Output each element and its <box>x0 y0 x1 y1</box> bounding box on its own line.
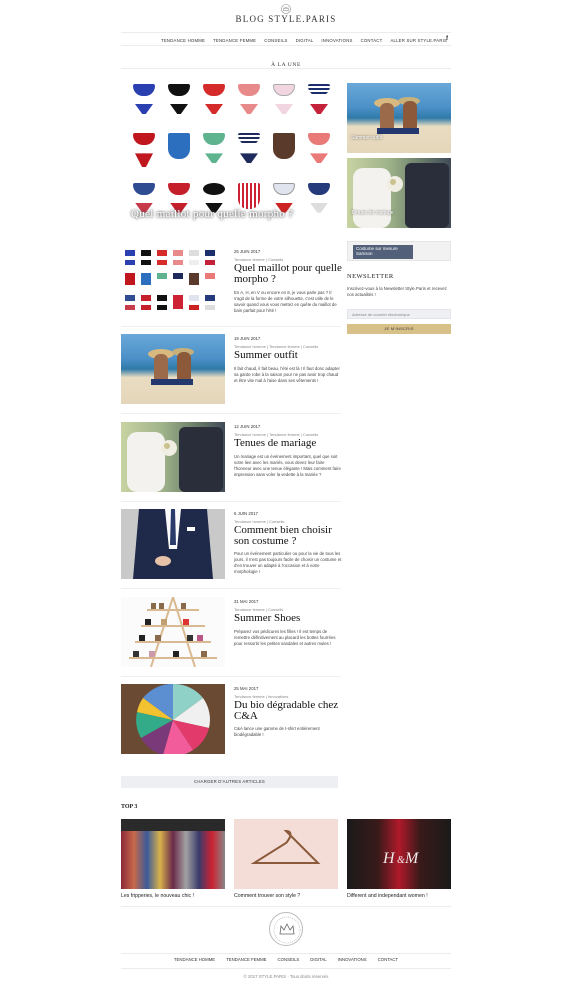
article-title[interactable]: Du bio dégradable chez C&A <box>234 700 342 722</box>
article-card[interactable]: 25 MAI 2017 Tendance femme | Innovations… <box>121 684 341 764</box>
top3-card[interactable]: Les fripperies, le nouveau chic ! <box>121 819 225 899</box>
top3-caption[interactable]: Comment trouver son style ? <box>234 893 338 899</box>
newsletter-email-input[interactable]: Adresse de courrier électronique <box>347 309 451 319</box>
divider <box>121 953 451 954</box>
article-excerpt: Un mariage est un événement important, q… <box>234 454 341 478</box>
article-title[interactable]: Summer outfit <box>234 350 342 361</box>
footer-nav-tendance-homme[interactable]: TENDANCE HOMME <box>174 957 215 962</box>
footer-nav: TENDANCE HOMME TENDANCE FEMME CONSEILS D… <box>0 957 572 962</box>
top3-image-hanger[interactable] <box>234 819 338 889</box>
article-excerpt: Il fait chaud, il fait beau, l'été est l… <box>234 366 340 384</box>
article-card[interactable]: 19 JUIN 2017 Tendance homme | Tendance f… <box>121 334 341 414</box>
load-more-button[interactable]: CHARGER D'AUTRES ARTICLES <box>121 776 338 788</box>
article-excerpt: Préparez vos pédicures les filles ! Il e… <box>234 629 336 647</box>
article-card[interactable]: 6 JUIN 2017 Tendance homme | Conseils Co… <box>121 509 341 589</box>
article-thumbnail[interactable] <box>121 334 225 404</box>
article-date: 25 MAI 2017 <box>234 686 259 691</box>
footer-nav-tendance-femme[interactable]: TENDANCE FEMME <box>226 957 266 962</box>
nav-item-aller-sur-style-paris[interactable]: ALLER SUR STYLE.PARIS <box>390 38 447 43</box>
article-date: 25 JUIN 2017 <box>234 249 261 254</box>
footer-nav-contact[interactable]: CONTACT <box>378 957 398 962</box>
ad-banner[interactable]: Costume sur mesure Samson <box>347 241 451 261</box>
svg-text:H: H <box>382 850 396 867</box>
svg-text:M: M <box>404 850 420 867</box>
article-thumbnail[interactable] <box>121 509 225 579</box>
ad-label[interactable]: Costume sur mesure Samson <box>353 245 413 259</box>
divider <box>121 326 341 327</box>
featured-side-caption-summer[interactable]: Summer outfit <box>351 135 382 141</box>
site-header: BLOG STYLE.PARIS <box>0 0 572 32</box>
article-title[interactable]: Summer Shoes <box>234 613 342 624</box>
hm-logo-image: H & M <box>382 850 420 867</box>
newsletter-title: NEWSLETTER <box>347 273 394 280</box>
article-thumbnail[interactable] <box>121 597 225 667</box>
copyright-text: © 2017 STYLE.PARIS · Tous droits réservé… <box>243 974 329 979</box>
footer-nav-conseils[interactable]: CONSEILS <box>278 957 300 962</box>
top3-card[interactable]: Comment trouver son style ? <box>234 819 338 899</box>
article-excerpt: C&A lance une gamme de t-shirt entièreme… <box>234 726 320 738</box>
article-card[interactable]: 25 JUIN 2017 Tendance femme | Conseils Q… <box>121 247 342 327</box>
featured-side-caption-wedding[interactable]: Tenues de mariage <box>351 210 394 216</box>
nav-item-digital[interactable]: DIGITAL <box>296 38 314 43</box>
featured-main-card[interactable]: Quel maillot pour quelle morpho ? <box>121 78 339 230</box>
wedding-couple-image <box>353 163 449 228</box>
article-excerpt: En A, H, en V ou encore en 8, je vous pa… <box>234 290 337 314</box>
top3-caption[interactable]: Les fripperies, le nouveau chic ! <box>121 893 225 899</box>
divider <box>121 413 341 414</box>
divider <box>121 676 341 677</box>
beach-couple-image <box>374 97 420 134</box>
article-thumbnail[interactable] <box>121 422 225 492</box>
featured-main-caption[interactable]: Quel maillot pour quelle morpho ? <box>131 208 293 220</box>
top3-caption[interactable]: Different and independant women ! <box>347 893 451 899</box>
article-date: 19 JUIN 2017 <box>234 336 261 341</box>
article-date: 31 MAI 2017 <box>234 599 259 604</box>
featured-side-card-wedding[interactable]: Tenues de mariage <box>347 158 451 228</box>
swimsuits-grid-image <box>125 250 215 310</box>
featured-side-card-summer[interactable]: Summer outfit <box>347 83 451 153</box>
article-card[interactable]: 12 JUIN 2017 Tendance homme | Tendance f… <box>121 422 341 502</box>
newsletter-text: Inscrivez-vous à la Newsletter Style.Par… <box>347 286 447 297</box>
article-thumbnail[interactable] <box>121 684 225 754</box>
divider <box>121 588 341 589</box>
wedding-couple-image <box>127 427 223 492</box>
swimsuit-mosaic-image <box>127 82 333 226</box>
footer-nav-digital[interactable]: DIGITAL <box>310 957 326 962</box>
footer-nav-innovations[interactable]: INNOVATIONS <box>338 957 367 962</box>
hanger-icon <box>250 829 321 864</box>
divider <box>121 906 451 907</box>
article-thumbnail[interactable] <box>121 247 225 317</box>
nav-item-tendance-femme[interactable]: TENDANCE FEMME <box>213 38 256 43</box>
article-title[interactable]: Comment bien choisir son costume ? <box>234 525 342 547</box>
site-logo-text[interactable]: BLOG STYLE.PARIS <box>0 14 572 24</box>
crown-logo-icon[interactable] <box>280 4 292 14</box>
top3-title: TOP 3 <box>121 804 138 810</box>
beach-couple-image <box>148 348 194 385</box>
svg-text:&: & <box>397 855 405 866</box>
article-title[interactable]: Tenues de mariage <box>234 438 342 449</box>
divider <box>121 501 341 502</box>
top3-image-hm-woman[interactable]: H & M <box>347 819 451 889</box>
facebook-icon[interactable]: f <box>446 36 448 42</box>
newsletter-subscribe-button[interactable]: JE M'INSCRIS <box>347 324 451 334</box>
article-excerpt: Pour un événement particulier ou pour la… <box>234 551 342 575</box>
article-date: 12 JUIN 2017 <box>234 424 261 429</box>
nav-item-innovations[interactable]: INNOVATIONS <box>321 38 352 43</box>
article-card[interactable]: 31 MAI 2017 Tendance femme | Conseils Su… <box>121 597 341 677</box>
footer-crown-logo-icon[interactable] <box>269 912 303 946</box>
divider <box>121 68 451 69</box>
shoes-shelf-image <box>129 597 217 667</box>
suit-man-image <box>133 509 213 579</box>
top3-card[interactable]: H & M Different and independant women ! <box>347 819 451 899</box>
article-date: 6 JUIN 2017 <box>234 511 258 516</box>
article-title[interactable]: Quel maillot pour quelle morpho ? <box>234 263 342 285</box>
tshirts-wheel-image <box>136 684 210 754</box>
top3-image-clothes-rack[interactable] <box>121 819 225 889</box>
nav-item-contact[interactable]: CONTACT <box>361 38 383 43</box>
divider <box>121 968 451 969</box>
nav-item-tendance-homme[interactable]: TENDANCE HOMME <box>161 38 205 43</box>
nav-item-conseils[interactable]: CONSEILS <box>264 38 287 43</box>
main-nav: TENDANCE HOMME TENDANCE FEMME CONSEILS D… <box>121 32 451 46</box>
